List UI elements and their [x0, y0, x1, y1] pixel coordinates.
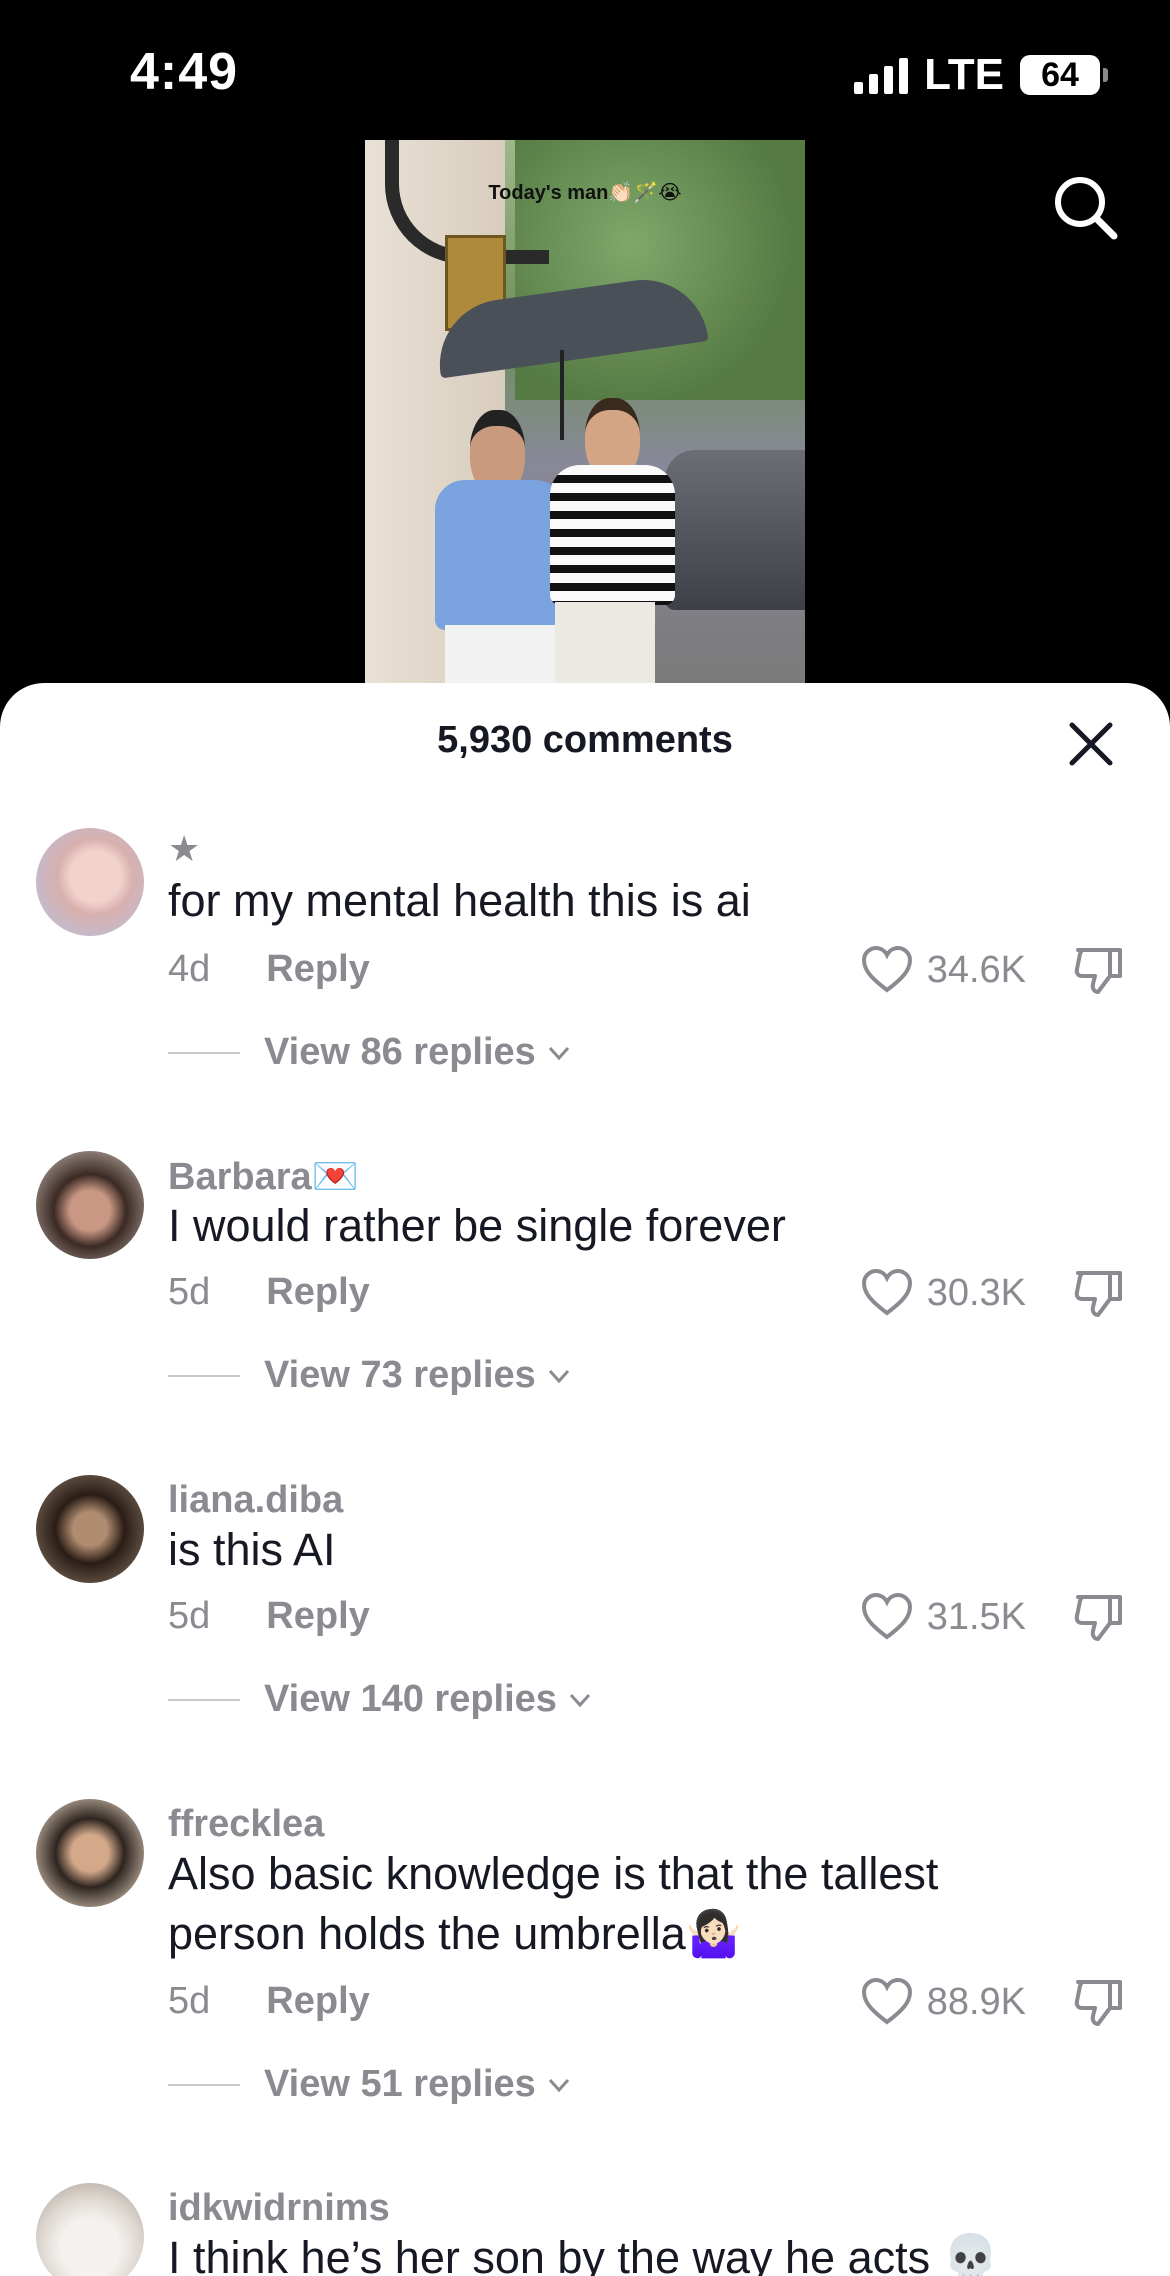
like-button[interactable]: 88.9K — [861, 1978, 1026, 2026]
chevron-down-icon — [548, 1369, 569, 1383]
comment-username[interactable]: Barbara💌 — [168, 1155, 359, 1199]
search-icon[interactable] — [1050, 172, 1120, 242]
reply-button[interactable]: Reply — [266, 948, 369, 991]
comment-username[interactable]: liana.diba — [168, 1479, 343, 1522]
chevron-down-icon — [569, 1693, 591, 1707]
comment-text: I think he’s her son by the way he acts … — [168, 2232, 999, 2276]
like-button[interactable]: 34.6K — [861, 946, 1026, 994]
reply-button[interactable]: Reply — [266, 1595, 369, 1638]
like-count: 88.9K — [926, 1980, 1026, 2023]
dislike-icon[interactable] — [1070, 1974, 1126, 2030]
avatar[interactable] — [36, 1475, 144, 1583]
heart-icon — [861, 1593, 912, 1640]
dislike-icon[interactable] — [1070, 1589, 1126, 1645]
view-replies-button[interactable]: View 140 replies — [168, 1678, 593, 1721]
chevron-down-icon — [548, 2078, 569, 2092]
dislike-icon[interactable] — [1070, 1265, 1126, 1321]
comment-username[interactable]: idkwidrnims — [168, 2187, 390, 2230]
comment-age: 5d — [168, 1980, 211, 2022]
avatar[interactable] — [36, 2183, 144, 2276]
comment-age: 5d — [168, 1595, 211, 1637]
status-bar: 4:49 LTE 64 — [0, 0, 1170, 140]
heart-icon — [861, 1978, 912, 2025]
view-replies-button[interactable]: View 86 replies — [168, 1031, 572, 1074]
video-person-woman — [540, 380, 680, 685]
like-count: 34.6K — [926, 948, 1026, 991]
heart-icon — [861, 946, 912, 993]
avatar[interactable] — [36, 1799, 144, 1907]
comments-sheet: 5,930 comments ★ for my mental health th… — [0, 683, 1170, 2276]
signal-icon — [854, 56, 909, 94]
comment-age: 4d — [168, 948, 211, 990]
comment-text: Also basic knowledge is that the tallest… — [168, 1848, 939, 1959]
view-replies-button[interactable]: View 51 replies — [168, 2063, 572, 2106]
like-count: 30.3K — [926, 1271, 1026, 1314]
status-time: 4:49 — [130, 43, 239, 101]
video-caption: Today's man👏🏻🪄😭 — [488, 182, 682, 204]
status-indicators: LTE 64 — [854, 50, 1108, 100]
like-button[interactable]: 30.3K — [861, 1269, 1026, 1317]
comment-age: 5d — [168, 1271, 211, 1313]
comment-text: for my mental health this is ai — [168, 875, 751, 926]
avatar[interactable] — [36, 1151, 144, 1259]
battery-icon: 64 — [1020, 55, 1108, 95]
network-label: LTE — [924, 50, 1004, 99]
avatar[interactable] — [36, 828, 144, 936]
comment-text: is this AI — [168, 1524, 336, 1575]
comments-count-title: 5,930 comments — [437, 719, 733, 761]
heart-icon — [861, 1269, 912, 1316]
view-replies-button[interactable]: View 73 replies — [168, 1354, 572, 1397]
reply-button[interactable]: Reply — [266, 1271, 369, 1314]
comment-text: I would rather be single forever — [168, 1200, 786, 1251]
comment-username[interactable]: ★ — [168, 828, 200, 870]
like-count: 31.5K — [926, 1595, 1026, 1638]
dislike-icon[interactable] — [1070, 942, 1126, 998]
like-button[interactable]: 31.5K — [861, 1593, 1026, 1641]
close-icon[interactable] — [1066, 719, 1116, 769]
reply-button[interactable]: Reply — [266, 1980, 369, 2023]
video-thumbnail[interactable]: Today's man👏🏻🪄😭 — [365, 140, 805, 685]
comment-username[interactable]: ffrecklea — [168, 1803, 324, 1846]
chevron-down-icon — [548, 1046, 569, 1060]
